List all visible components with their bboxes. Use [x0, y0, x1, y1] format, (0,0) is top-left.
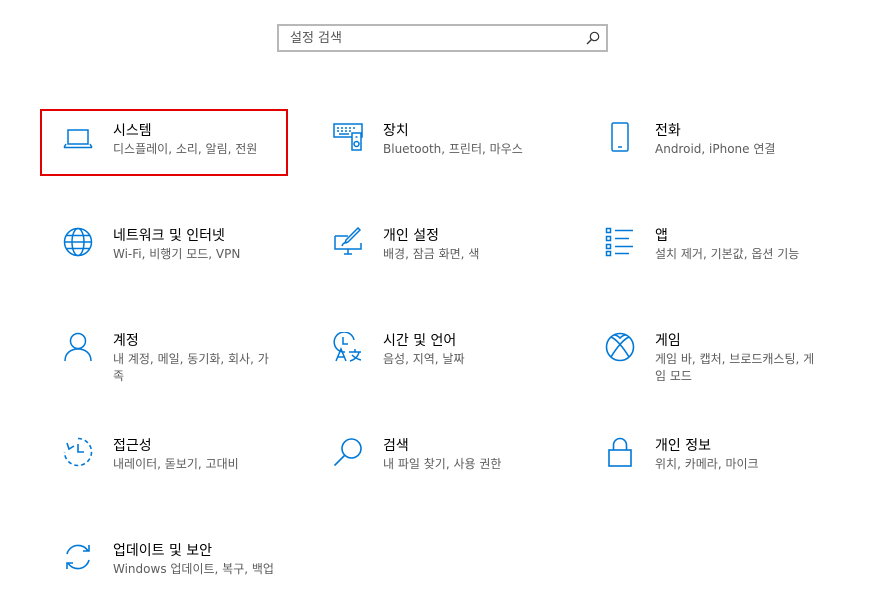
- tile-description: 내레이터, 돋보기, 고대비: [113, 457, 239, 471]
- lock-icon: [605, 437, 635, 467]
- time-language-icon: [333, 332, 363, 362]
- tile-title: 게임: [655, 333, 681, 349]
- sync-icon: [63, 542, 93, 572]
- settings-search-box[interactable]: [277, 24, 608, 52]
- tile-network-internet[interactable]: 네트워크 및 인터넷 Wi-Fi, 비행기 모드, VPN: [40, 215, 270, 285]
- tile-privacy[interactable]: 개인 정보 위치, 카메라, 마이크: [582, 425, 812, 495]
- tile-search[interactable]: 검색 내 파일 찾기, 사용 권한: [310, 425, 540, 495]
- globe-icon: [63, 227, 93, 257]
- paintbrush-icon: [333, 227, 363, 257]
- xbox-icon: [605, 332, 635, 362]
- tile-ease-of-access[interactable]: 접근성 내레이터, 돋보기, 고대비: [40, 425, 270, 495]
- tile-description: 내 계정, 메일, 동기화, 회사, 가족: [113, 352, 269, 383]
- tile-time-language[interactable]: 시간 및 언어 음성, 지역, 날짜: [310, 320, 540, 390]
- search-input[interactable]: [279, 26, 569, 50]
- tile-description: Windows 업데이트, 복구, 백업: [113, 562, 274, 576]
- tile-apps[interactable]: 앱 설치 제거, 기본값, 옵션 기능: [582, 215, 812, 285]
- keyboard-speaker-icon: [333, 122, 363, 152]
- tile-description: 게임 바, 캡처, 브로드캐스팅, 게임 모드: [655, 352, 815, 383]
- tile-title: 시간 및 언어: [383, 333, 457, 349]
- tile-title: 장치: [383, 123, 409, 139]
- tile-system[interactable]: 시스템 디스플레이, 소리, 알림, 전원: [40, 110, 270, 180]
- tile-title: 개인 설정: [383, 228, 439, 244]
- tile-gaming[interactable]: 게임 게임 바, 캡처, 브로드캐스팅, 게임 모드: [582, 320, 814, 390]
- ease-of-access-icon: [63, 437, 93, 467]
- tile-personalization[interactable]: 개인 설정 배경, 잠금 화면, 색: [310, 215, 540, 285]
- tile-title: 접근성: [113, 438, 152, 454]
- tile-title: 개인 정보: [655, 438, 711, 454]
- tile-accounts[interactable]: 계정 내 계정, 메일, 동기화, 회사, 가족: [40, 320, 270, 390]
- tile-title: 네트워크 및 인터넷: [113, 228, 225, 244]
- search-icon[interactable]: [586, 31, 600, 45]
- tile-description: Bluetooth, 프린터, 마우스: [383, 142, 523, 156]
- tile-title: 시스템: [113, 123, 152, 139]
- tile-devices[interactable]: 장치 Bluetooth, 프린터, 마우스: [310, 110, 540, 180]
- tile-update-security[interactable]: 업데이트 및 보안 Windows 업데이트, 복구, 백업: [40, 530, 274, 600]
- tile-description: 내 파일 찾기, 사용 권한: [383, 457, 502, 471]
- tile-description: Wi-Fi, 비행기 모드, VPN: [113, 247, 241, 261]
- tile-title: 계정: [113, 333, 139, 349]
- tile-title: 앱: [655, 228, 668, 244]
- tile-description: 배경, 잠금 화면, 색: [383, 247, 480, 261]
- tile-title: 전화: [655, 123, 681, 139]
- tile-description: 위치, 카메라, 마이크: [655, 457, 759, 471]
- phone-icon: [605, 122, 635, 152]
- laptop-icon: [63, 122, 93, 152]
- app-list-icon: [605, 227, 635, 257]
- search-icon: [333, 437, 363, 467]
- tile-phone[interactable]: 전화 Android, iPhone 연결: [582, 110, 812, 180]
- tile-description: 설치 제거, 기본값, 옵션 기능: [655, 247, 800, 261]
- tile-description: Android, iPhone 연결: [655, 142, 776, 156]
- person-icon: [63, 332, 93, 362]
- tile-description: 디스플레이, 소리, 알림, 전원: [113, 142, 258, 156]
- tile-title: 업데이트 및 보안: [113, 543, 213, 559]
- tile-title: 검색: [383, 438, 409, 454]
- tile-description: 음성, 지역, 날짜: [383, 352, 465, 366]
